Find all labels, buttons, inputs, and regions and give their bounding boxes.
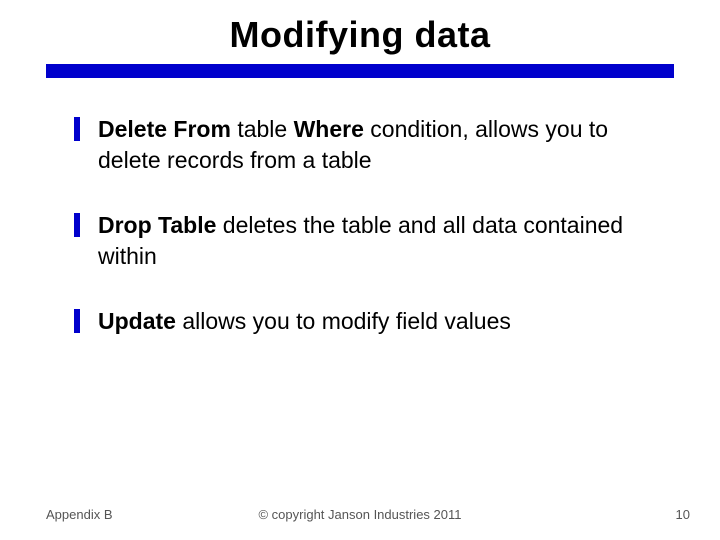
bullet-item: Update allows you to modify field values [74, 306, 660, 337]
slide-title: Modifying data [0, 0, 720, 56]
bold-text: Delete From [98, 116, 231, 142]
bullet-text: Drop Table deletes the table and all dat… [98, 210, 660, 272]
bold-text: Where [294, 116, 364, 142]
bullet-icon [74, 309, 80, 333]
content-area: Delete From table Where condition, allow… [0, 78, 720, 337]
bullet-text: Delete From table Where condition, allow… [98, 114, 660, 176]
slide: Modifying data Delete From table Where c… [0, 0, 720, 540]
footer-right: 10 [676, 507, 690, 522]
title-underline [46, 64, 674, 78]
bullet-item: Delete From table Where condition, allow… [74, 114, 660, 176]
plain-text: table [231, 116, 294, 142]
bold-text: Update [98, 308, 176, 334]
bullet-icon [74, 117, 80, 141]
bullet-text: Update allows you to modify field values [98, 306, 511, 337]
bullet-item: Drop Table deletes the table and all dat… [74, 210, 660, 272]
bullet-icon [74, 213, 80, 237]
footer-center: © copyright Janson Industries 2011 [0, 507, 720, 522]
plain-text: allows you to modify field values [176, 308, 511, 334]
bold-text: Drop Table [98, 212, 216, 238]
